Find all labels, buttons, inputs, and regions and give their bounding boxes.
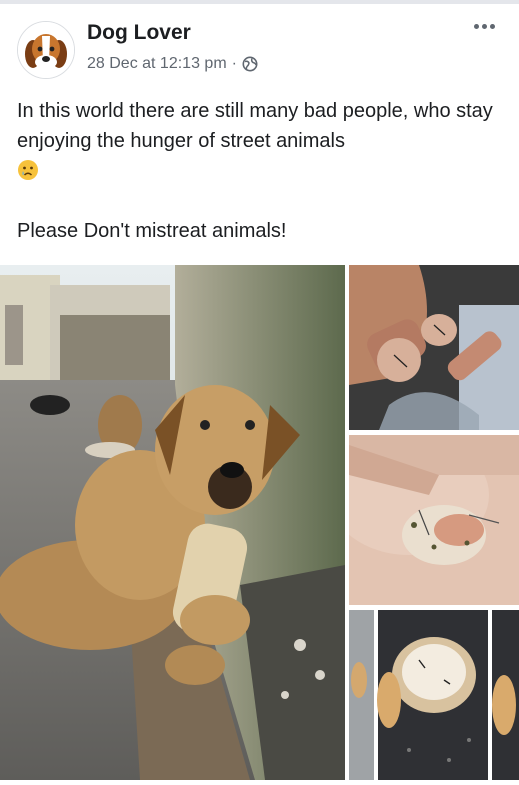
top-border — [0, 0, 519, 4]
beagle-avatar-icon — [18, 22, 74, 78]
author-name[interactable]: Dog Lover — [87, 21, 191, 45]
bread-pieces-image — [349, 610, 519, 780]
dot-icon — [490, 24, 495, 29]
globe-icon — [242, 56, 258, 72]
dog-with-bread-image — [0, 265, 345, 780]
dot-icon — [474, 24, 479, 29]
hand-holding-sausage-with-pins-photo[interactable] — [349, 265, 519, 430]
dot-icon — [482, 24, 487, 29]
post-timestamp[interactable]: 28 Dec at 12:13 pm — [87, 55, 227, 73]
bread-pieces-on-ground-photo[interactable] — [349, 610, 519, 780]
meta-separator: · — [231, 55, 237, 72]
more-options-button[interactable] — [474, 24, 495, 29]
avatar[interactable] — [17, 21, 75, 79]
post-meta: 28 Dec at 12:13 pm · — [87, 55, 258, 73]
post-text-content: In this world there are still many bad p… — [17, 100, 493, 152]
dog-with-bread-photo[interactable] — [0, 265, 345, 780]
post-text: In this world there are still many bad p… — [17, 96, 507, 246]
post-text-line2: Please Don't mistreat animals! — [17, 220, 287, 242]
crying-face-emoji — [18, 160, 38, 180]
hand-holding-bread-with-pins-photo[interactable] — [349, 435, 519, 605]
bread-with-pins-image — [349, 435, 519, 605]
photo-grid — [0, 265, 519, 780]
post-text-line1: In this world there are still many bad p… — [17, 96, 507, 156]
sausage-with-pins-image — [349, 265, 519, 430]
